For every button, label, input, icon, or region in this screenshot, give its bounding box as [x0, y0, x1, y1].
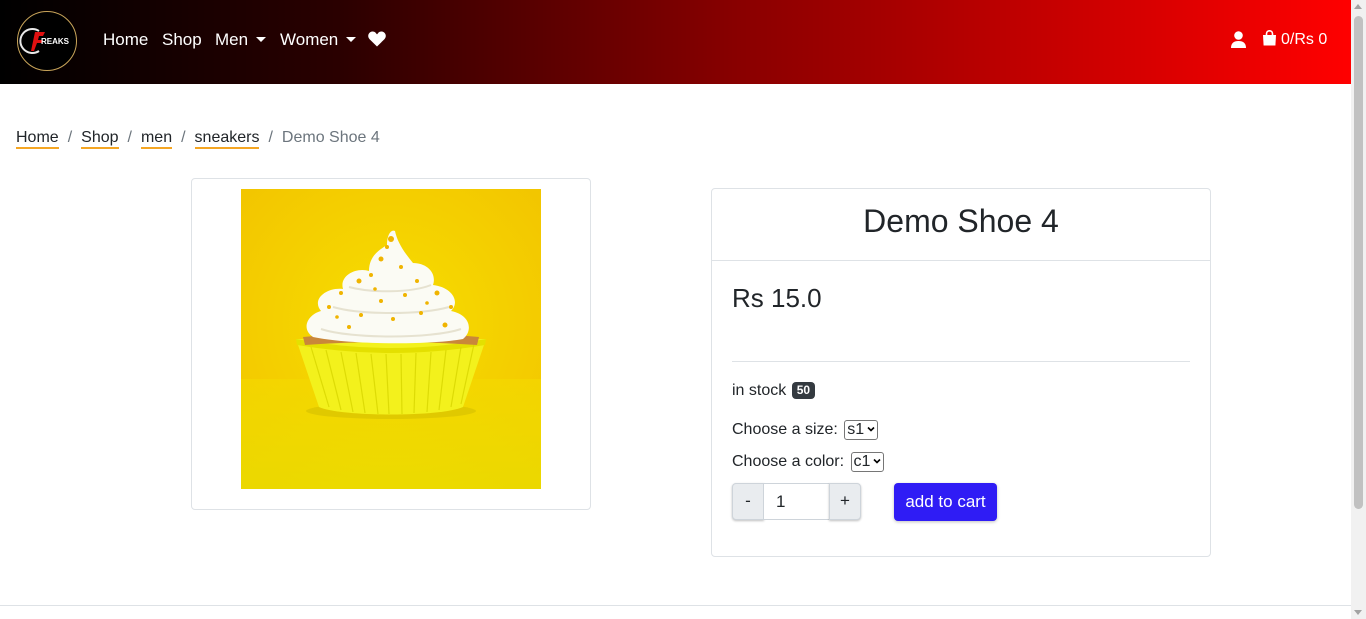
stock-status: in stock 50 [732, 381, 816, 401]
logo-mark: REAKS [19, 14, 74, 68]
brand-logo[interactable]: REAKS [17, 11, 77, 71]
size-label: Choose a size: [732, 421, 838, 438]
breadcrumb-sneakers[interactable]: sneakers [194, 129, 260, 149]
chevron-down-icon [873, 458, 881, 464]
breadcrumb: Home / Shop / men / sneakers / Demo Shoe 4 [16, 128, 380, 149]
product-image-card [191, 178, 591, 510]
caret-down-icon [256, 37, 267, 42]
page-scrollbar[interactable] [1351, 0, 1366, 619]
nav-women-dropdown[interactable]: Women [280, 30, 357, 50]
color-select[interactable]: c1 [850, 452, 885, 472]
scroll-up-arrow-icon[interactable] [1354, 4, 1362, 9]
product-price: Rs 15.0 [732, 283, 822, 313]
breadcrumb-separator: / [268, 129, 273, 146]
stock-count-badge: 50 [791, 382, 816, 399]
breadcrumb-home[interactable]: Home [16, 129, 59, 149]
cart-button[interactable]: 0/Rs 0 [1262, 29, 1328, 50]
divider [732, 361, 1190, 362]
color-select-value: c1 [853, 453, 871, 470]
nav-women-label: Women [280, 30, 339, 49]
breadcrumb-separator: / [181, 129, 186, 146]
size-select-value: s1 [847, 421, 865, 438]
navbar: REAKS Home Shop Men Women 0/Rs 0 [0, 0, 1351, 84]
scroll-down-arrow-icon[interactable] [1354, 610, 1362, 615]
breadcrumb-current: Demo Shoe 4 [281, 129, 380, 146]
breadcrumb-men[interactable]: men [140, 129, 173, 149]
nav-men-label: Men [215, 30, 249, 49]
quantity-decrement-button[interactable]: - [732, 483, 764, 520]
product-detail-header: Demo Shoe 4 [712, 189, 1210, 261]
scroll-thumb[interactable] [1354, 16, 1363, 509]
svg-text:REAKS: REAKS [41, 37, 70, 46]
footer-divider [0, 605, 1351, 606]
user-icon[interactable] [1231, 31, 1246, 53]
breadcrumb-separator: / [127, 129, 132, 146]
product-image [241, 189, 541, 489]
caret-down-icon [346, 37, 357, 42]
size-select[interactable]: s1 [844, 420, 879, 440]
nav-home[interactable]: Home [103, 30, 148, 50]
cart-summary: 0/Rs 0 [1281, 31, 1328, 48]
color-label: Choose a color: [732, 453, 845, 470]
quantity-stepper: - 1 + [732, 483, 864, 521]
nav-men-dropdown[interactable]: Men [215, 30, 267, 50]
heart-icon[interactable] [368, 31, 386, 52]
chevron-down-icon [867, 426, 875, 432]
product-detail-card: Demo Shoe 4 Rs 15.0 in stock 50 Choose a… [711, 188, 1211, 557]
quantity-input[interactable]: 1 [763, 483, 830, 520]
shopping-bag-icon [1263, 29, 1276, 46]
add-to-cart-button[interactable]: add to cart [894, 483, 997, 521]
stock-label: in stock [732, 382, 787, 399]
color-option-row: Choose a color: c1 [732, 452, 885, 472]
breadcrumb-shop[interactable]: Shop [81, 129, 119, 149]
quantity-increment-button[interactable]: + [829, 483, 861, 520]
product-title: Demo Shoe 4 [863, 203, 1059, 239]
nav-shop[interactable]: Shop [162, 30, 202, 50]
size-option-row: Choose a size: s1 [732, 420, 879, 440]
breadcrumb-separator: / [67, 129, 73, 146]
